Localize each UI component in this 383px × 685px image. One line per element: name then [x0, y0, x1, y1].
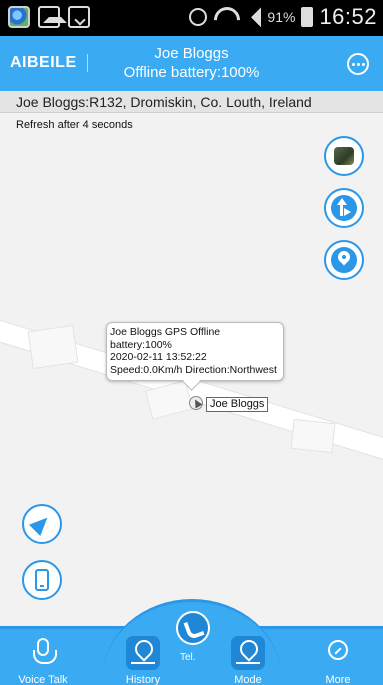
browser-app-icon — [8, 6, 30, 28]
gallery-icon — [38, 6, 67, 28]
status-bar: 91% 16:52 — [0, 0, 383, 36]
route-button[interactable] — [324, 188, 364, 228]
location-pin-icon — [331, 247, 357, 273]
tab-more-label: More — [325, 674, 351, 685]
map-building — [290, 418, 336, 454]
location-address: Joe Bloggs:R132, Dromiskin, Co. Louth, I… — [0, 91, 383, 113]
battery-percent: 91% — [267, 9, 296, 25]
phone-location-button[interactable] — [22, 560, 62, 600]
device-marker-label[interactable]: Joe Bloggs — [206, 397, 269, 412]
mode-location-icon — [231, 636, 265, 670]
tel-phone-icon[interactable] — [176, 611, 210, 645]
satellite-thumbnail-icon — [334, 147, 354, 165]
more-icon — [328, 640, 348, 660]
tab-tel-label[interactable]: Tel. — [180, 652, 196, 663]
locate-device-button[interactable] — [324, 240, 364, 280]
satellite-toggle-button[interactable] — [324, 136, 364, 176]
tab-voice-talk-label: Voice Talk — [18, 674, 68, 685]
device-marker-icon[interactable] — [189, 396, 203, 410]
clock: 16:52 — [319, 4, 377, 29]
refresh-countdown: Refresh after 4 seconds — [16, 119, 133, 131]
tab-history-label: History — [125, 674, 161, 685]
app-header: AIBEILE Joe Bloggs Offline battery:100% — [0, 36, 383, 91]
tab-mode-label: Mode — [234, 674, 262, 685]
chat-icon[interactable] — [347, 53, 369, 75]
device-status: Offline battery:100% — [123, 64, 260, 81]
signal-icon — [241, 7, 262, 27]
device-name: Joe Bloggs — [154, 45, 229, 62]
alarm-icon — [189, 8, 208, 26]
my-location-button[interactable] — [22, 504, 62, 544]
history-location-icon — [126, 636, 160, 670]
download-icon — [68, 6, 90, 28]
system-icons: 91% 16:52 — [189, 4, 377, 30]
direction-arrow-icon — [331, 195, 357, 221]
map-view[interactable]: Refresh after 4 seconds Joe Bloggs GPS O… — [0, 113, 383, 633]
navigation-arrow-icon — [28, 511, 54, 537]
popup-status: Joe Bloggs GPS Offline — [110, 326, 221, 338]
map-building — [27, 324, 79, 370]
microphone-icon — [33, 638, 57, 664]
popup-speed-direction: Speed:0.0Km/h Direction:Northwest — [110, 363, 277, 376]
wifi-icon — [213, 7, 235, 27]
device-info-popup[interactable]: Joe Bloggs GPS Offline battery:100% 2020… — [106, 322, 284, 381]
phone-icon — [35, 569, 49, 591]
notification-icons — [8, 6, 90, 28]
popup-timestamp: 2020-02-11 13:52:22 — [110, 351, 207, 363]
popup-battery: battery:100% — [110, 338, 172, 351]
battery-icon — [301, 7, 314, 27]
